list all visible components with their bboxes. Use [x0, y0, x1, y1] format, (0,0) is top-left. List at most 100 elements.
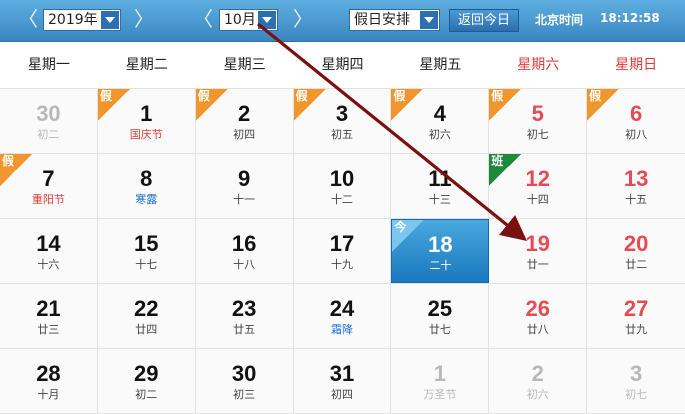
- next-year-button[interactable]: 〉: [134, 8, 154, 30]
- day-number: 29: [134, 361, 159, 386]
- lunar-date: 廿四: [135, 323, 158, 336]
- day-cell[interactable]: 假 6 初八: [587, 89, 685, 153]
- badge-label: 班: [491, 154, 504, 168]
- day-cell[interactable]: 8 寒露: [97, 154, 196, 218]
- lunar-date: 廿八: [526, 323, 549, 336]
- day-cell[interactable]: 27 廿九: [587, 284, 685, 348]
- month-select[interactable]: 10月: [219, 9, 278, 31]
- lunar-date: 万圣节: [423, 388, 457, 401]
- day-cell[interactable]: 24 霜降: [293, 284, 392, 348]
- day-cell[interactable]: 31 初四: [293, 349, 392, 413]
- next-month-button[interactable]: 〉: [293, 8, 313, 30]
- weekday-label: 星期日: [615, 57, 658, 73]
- day-number: 26: [525, 296, 550, 321]
- day-number: 25: [427, 296, 453, 321]
- lunar-date: 十三: [428, 193, 451, 206]
- badge-label: 假: [589, 89, 602, 103]
- lunar-date: 廿七: [428, 323, 451, 336]
- festival-label: 重阳节: [31, 193, 65, 206]
- day-cell[interactable]: 26 廿八: [489, 284, 588, 348]
- lunar-date: 初二: [135, 388, 158, 401]
- day-cell[interactable]: 30 初三: [195, 349, 294, 413]
- beijing-time-label: 北京时间: [535, 13, 584, 27]
- day-number: 20: [623, 231, 649, 256]
- holiday-select[interactable]: 假日安排: [349, 9, 440, 31]
- lunar-date: 初六: [428, 128, 451, 141]
- holiday-badge: 假: [0, 154, 32, 186]
- day-cell[interactable]: 假 4 初六: [391, 89, 490, 153]
- day-number: 24: [329, 296, 355, 321]
- holiday-badge: 假: [587, 89, 620, 121]
- day-number: 28: [36, 361, 61, 386]
- day-cell[interactable]: 25 廿七: [391, 284, 490, 348]
- day-number: 2: [531, 361, 544, 386]
- chevron-down-icon: [101, 11, 119, 29]
- day-number: 11: [428, 166, 452, 191]
- lunar-date: 廿九: [625, 323, 648, 336]
- day-cell[interactable]: 10 十二: [293, 154, 392, 218]
- lunar-date: 十六: [37, 258, 60, 271]
- day-cell[interactable]: 假 5 初七: [489, 89, 588, 153]
- badge-label: 今: [394, 220, 407, 234]
- holiday-badge: 假: [97, 89, 130, 121]
- day-cell[interactable]: 29 初二: [97, 349, 196, 413]
- day-number: 31: [329, 361, 355, 386]
- day-cell[interactable]: 假 3 初五: [293, 89, 392, 153]
- day-cell[interactable]: 17 十九: [293, 219, 392, 283]
- badge-label: 假: [99, 89, 112, 103]
- year-select[interactable]: 2019年: [43, 9, 121, 31]
- lunar-date: 廿三: [37, 323, 60, 336]
- badge-label: 假: [197, 89, 210, 103]
- week-row: 14 十六 15 十七 16 十八 17 十九 今 18 二十 19 廿一 20 廿二: [0, 219, 685, 284]
- lunar-date: 初八: [625, 128, 648, 141]
- prev-month-button[interactable]: 〈: [193, 8, 213, 30]
- badge-label: 假: [393, 89, 406, 103]
- lunar-date: 十五: [625, 193, 648, 206]
- month-select-value: 10月: [224, 12, 256, 28]
- day-cell[interactable]: 14 十六: [0, 219, 98, 283]
- day-cell[interactable]: 假 7 重阳节: [0, 154, 98, 218]
- lunar-date: 初二: [37, 128, 60, 141]
- back-to-today-button[interactable]: 返回今日: [449, 9, 519, 32]
- day-cell[interactable]: 22 廿四: [97, 284, 196, 348]
- day-cell[interactable]: 23 廿五: [195, 284, 294, 348]
- day-number: 27: [623, 296, 649, 321]
- day-number: 30: [36, 101, 61, 126]
- day-cell[interactable]: 1 万圣节: [391, 349, 490, 413]
- day-cell[interactable]: 11 十三: [391, 154, 490, 218]
- week-row: 28 十月 29 初二 30 初三 31 初四 1 万圣节 2 初六 3 初七: [0, 349, 685, 414]
- solar-term-label: 寒露: [135, 193, 158, 206]
- lunar-date: 十八: [233, 258, 256, 271]
- day-cell[interactable]: 15 十七: [97, 219, 196, 283]
- day-cell[interactable]: 16 十八: [195, 219, 294, 283]
- day-cell[interactable]: 假 1 国庆节: [97, 89, 196, 153]
- week-row: 21 廿三 22 廿四 23 廿五 24 霜降 25 廿七 26 廿八 27 廿九: [0, 284, 685, 349]
- week-row: 30 初二 假 1 国庆节假 2 初四假 3 初五假 4 初六假 5 初七假 6 初八: [0, 88, 685, 154]
- day-number: 21: [36, 296, 61, 321]
- day-cell[interactable]: 28 十月: [0, 349, 98, 413]
- day-cell[interactable]: 21 廿三: [0, 284, 98, 348]
- day-cell[interactable]: 30 初二: [0, 89, 98, 153]
- day-number: 23: [231, 296, 257, 321]
- day-cell[interactable]: 2 初六: [489, 349, 588, 413]
- weekday-label: 星期四: [321, 57, 364, 73]
- day-number: 1: [433, 361, 446, 386]
- day-cell[interactable]: 13 十五: [587, 154, 685, 218]
- day-number: 15: [134, 231, 159, 256]
- day-number: 30: [231, 361, 257, 386]
- lunar-date: 十一: [233, 193, 256, 206]
- chevron-down-icon: [258, 11, 276, 29]
- day-cell[interactable]: 假 2 初四: [195, 89, 294, 153]
- day-cell[interactable]: 班 12 十四: [489, 154, 588, 218]
- lunar-date: 十二: [331, 193, 353, 206]
- day-cell[interactable]: 20 廿二: [587, 219, 685, 283]
- day-number: 9: [238, 166, 251, 191]
- day-cell[interactable]: 3 初七: [587, 349, 685, 413]
- day-cell[interactable]: 19 廿一: [489, 219, 588, 283]
- prev-year-button[interactable]: 〈: [18, 8, 38, 30]
- badge-label: 假: [295, 89, 308, 103]
- day-cell[interactable]: 9 十一: [195, 154, 294, 218]
- day-cell-today[interactable]: 今 18 二十: [391, 219, 490, 283]
- badge-label: 假: [491, 89, 504, 103]
- chevron-down-icon: [420, 11, 438, 29]
